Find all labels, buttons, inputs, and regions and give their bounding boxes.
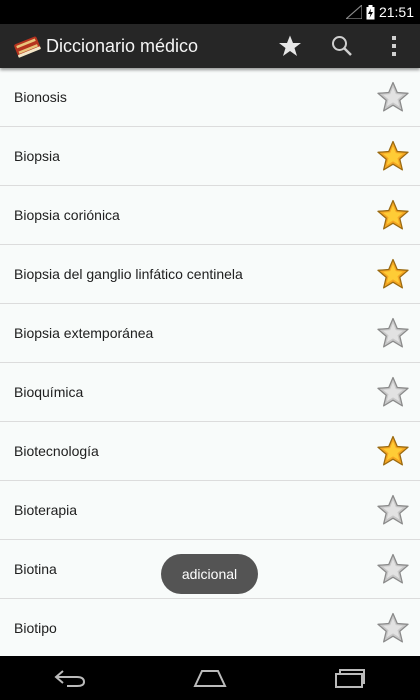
nav-bar (0, 656, 420, 700)
search-icon[interactable] (316, 24, 368, 68)
item-label: Biotina (14, 561, 57, 577)
star-empty-icon[interactable] (375, 551, 411, 587)
list-item[interactable]: Bioterapia (0, 481, 420, 540)
item-label: Biotecnología (14, 443, 99, 459)
star-empty-icon[interactable] (375, 374, 411, 410)
star-filled-icon[interactable] (375, 197, 411, 233)
item-label: Bioquímica (14, 384, 84, 400)
list-item[interactable]: Biopsia (0, 127, 420, 186)
item-label: Bioterapia (14, 502, 78, 518)
star-filled-icon[interactable] (375, 256, 411, 292)
recent-apps-icon[interactable] (320, 656, 380, 700)
action-bar: Diccionario médico (0, 24, 420, 68)
list-item[interactable]: Biopsia coriónica (0, 186, 420, 245)
app-title: Diccionario médico (46, 35, 199, 56)
item-label: Biotipo (14, 620, 57, 636)
list-item[interactable]: Biotipo (0, 599, 420, 656)
list-item[interactable]: Biopsia extemporánea (0, 304, 420, 363)
overflow-menu-icon[interactable] (368, 24, 420, 68)
status-bar: 21:51 (0, 0, 420, 24)
star-empty-icon[interactable] (375, 79, 411, 115)
star-empty-icon[interactable] (375, 315, 411, 351)
star-empty-icon[interactable] (375, 492, 411, 528)
item-label: Biopsia extemporánea (14, 325, 154, 341)
star-empty-icon[interactable] (375, 610, 411, 646)
item-label: Biopsia coriónica (14, 207, 120, 223)
status-time: 21:51 (378, 4, 414, 20)
star-filled-icon[interactable] (375, 433, 411, 469)
battery-charging-icon (366, 4, 375, 20)
home-icon[interactable] (180, 656, 240, 700)
list-item[interactable]: Bioquímica (0, 363, 420, 422)
book-icon[interactable] (10, 29, 44, 63)
item-label: Biopsia (14, 148, 60, 164)
list-item[interactable]: Biopsia del ganglio linfático centinela (0, 245, 420, 304)
list-item[interactable]: Bionosis (0, 68, 420, 127)
item-label: Bionosis (14, 89, 67, 105)
back-icon[interactable] (40, 656, 100, 700)
list-item[interactable]: Biotecnología (0, 422, 420, 481)
item-label: Biopsia del ganglio linfático centinela (14, 266, 243, 282)
favorites-star-icon[interactable] (264, 24, 316, 68)
signal-icon (345, 5, 362, 19)
toast-message: adicional (161, 554, 258, 594)
star-filled-icon[interactable] (375, 138, 411, 174)
